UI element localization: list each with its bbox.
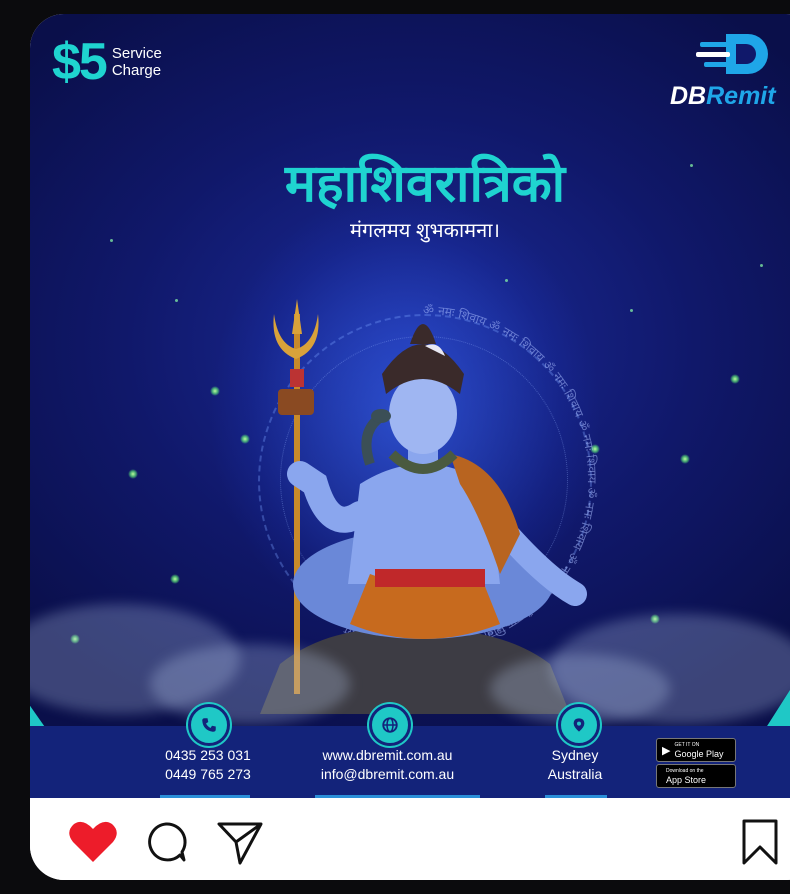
website-link[interactable]: www.dbremit.com.au bbox=[300, 746, 475, 765]
phone-numbers: 0435 253 031 0449 765 273 bbox=[148, 746, 268, 784]
email-link[interactable]: info@dbremit.com.au bbox=[300, 765, 475, 784]
phone-icon bbox=[188, 704, 230, 746]
globe-icon bbox=[369, 704, 411, 746]
location-pin-icon bbox=[558, 704, 600, 746]
google-play-icon: ▶ bbox=[662, 744, 671, 757]
phone-number-1[interactable]: 0435 253 031 bbox=[148, 746, 268, 765]
web-contact: www.dbremit.com.au info@dbremit.com.au bbox=[300, 746, 475, 784]
post-image[interactable]: $ 5 Service Charge DBRemit महाशिवरात्रिक… bbox=[30, 14, 790, 798]
location-city: Sydney bbox=[551, 747, 599, 763]
google-play-badge[interactable]: ▶ GET IT ON Google Play bbox=[656, 738, 736, 762]
instagram-post-card: $ 5 Service Charge DBRemit महाशिवरात्रिक… bbox=[30, 14, 790, 880]
location-country: Australia bbox=[547, 766, 603, 782]
phone-number-2[interactable]: 0449 765 273 bbox=[148, 765, 268, 784]
bookmark-icon[interactable] bbox=[740, 818, 780, 866]
app-store-badge[interactable]: Download on the App Store bbox=[656, 764, 736, 788]
heart-icon[interactable] bbox=[68, 820, 118, 864]
post-action-bar bbox=[30, 798, 790, 880]
location: Sydney Australia bbox=[530, 746, 620, 784]
mist bbox=[150, 644, 350, 724]
share-icon[interactable] bbox=[216, 820, 264, 866]
comment-icon[interactable] bbox=[144, 820, 188, 864]
